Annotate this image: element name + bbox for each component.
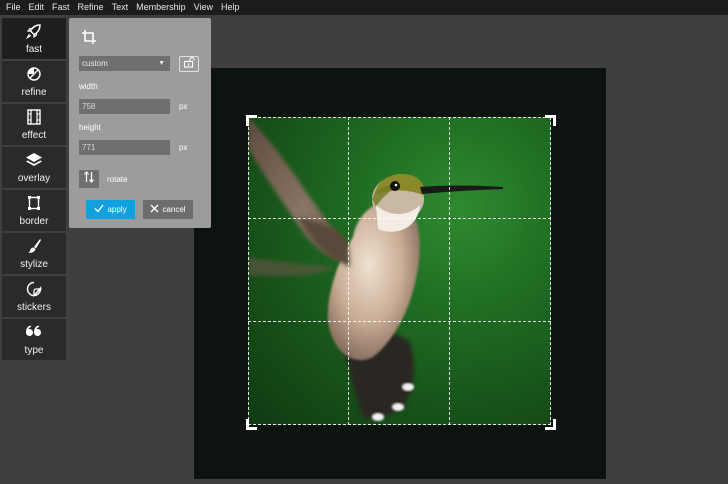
sidebar-item-label: refine [21,87,47,98]
menu-view[interactable]: View [190,0,217,15]
menu-text[interactable]: Text [108,0,133,15]
crop-frame[interactable] [248,117,551,425]
apply-button[interactable]: apply [86,200,135,219]
aspect-ratio-value: custom [82,59,108,68]
menu-membership[interactable]: Membership [132,0,190,15]
menu-fast[interactable]: Fast [48,0,74,15]
layers-icon [25,151,43,169]
menu-help[interactable]: Help [217,0,244,15]
sidebar-item-refine[interactable]: refine [2,61,66,102]
apply-label: apply [107,205,127,214]
close-icon [150,204,159,215]
width-input[interactable]: 758 [79,99,170,114]
unlock-icon [183,55,195,73]
chevron-down-icon: ▼ [158,60,165,67]
brush-icon [25,237,43,255]
menu-bar: File Edit Fast Refine Text Membership Vi… [0,0,728,15]
crop-handle-bottom-right[interactable] [545,419,556,430]
sidebar-item-fast[interactable]: fast [2,18,66,59]
rotate-label: rotate [107,175,128,184]
rotate-button[interactable] [79,170,99,188]
sidebar-item-label: stylize [20,259,48,270]
sidebar-item-label: type [24,345,44,356]
refine-icon [25,65,43,83]
crop-handle-top-right[interactable] [545,115,556,126]
border-icon [25,194,43,212]
height-unit: px [179,143,188,152]
sidebar-item-overlay[interactable]: overlay [2,147,66,188]
width-label: width [79,82,98,91]
sidebar-item-stylize[interactable]: stylize [2,233,66,274]
aspect-lock-button[interactable] [179,56,199,72]
rotate-icon [83,170,95,188]
sidebar-item-effect[interactable]: effect [2,104,66,145]
film-icon [25,108,43,126]
cancel-button[interactable]: cancel [143,200,193,219]
menu-refine[interactable]: Refine [74,0,108,15]
cancel-label: cancel [162,205,186,214]
height-input[interactable]: 771 [79,140,170,155]
tool-sidebar: fast refine effect overlay border styliz… [2,18,66,362]
sidebar-item-type[interactable]: type [2,319,66,360]
sidebar-item-label: fast [25,44,43,55]
sidebar-item-label: border [19,216,49,227]
crop-panel: custom ▼ width 758 px height 771 px rota… [69,18,211,228]
sidebar-item-label: stickers [17,302,51,313]
crop-icon [81,29,97,50]
quote-icon [25,323,43,341]
sidebar-item-label: effect [21,130,47,141]
crop-handle-top-left[interactable] [246,115,257,126]
check-icon [94,204,104,215]
height-label: height [79,123,101,132]
aspect-ratio-select[interactable]: custom ▼ [79,56,170,71]
menu-file[interactable]: File [0,0,25,15]
width-unit: px [179,102,188,111]
menu-edit[interactable]: Edit [25,0,49,15]
sidebar-item-stickers[interactable]: stickers [2,276,66,317]
sidebar-item-border[interactable]: border [2,190,66,231]
rocket-icon [25,22,43,40]
sidebar-item-label: overlay [17,173,51,184]
sticker-icon [25,280,43,298]
crop-handle-bottom-left[interactable] [246,419,257,430]
